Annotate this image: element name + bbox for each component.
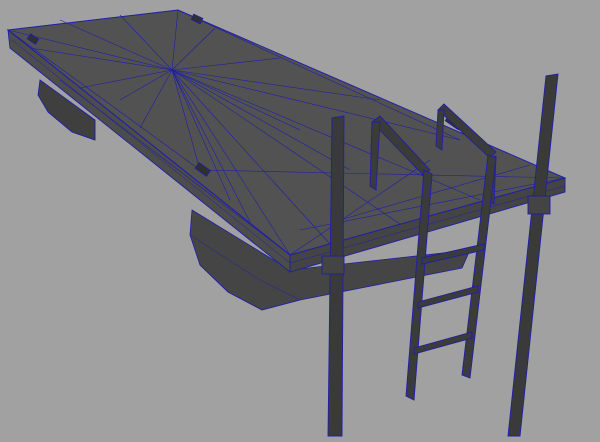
3d-viewport[interactable] — [0, 0, 600, 442]
viewport-canvas[interactable] — [0, 0, 600, 442]
mooring-post-right[interactable] — [507, 73, 559, 437]
